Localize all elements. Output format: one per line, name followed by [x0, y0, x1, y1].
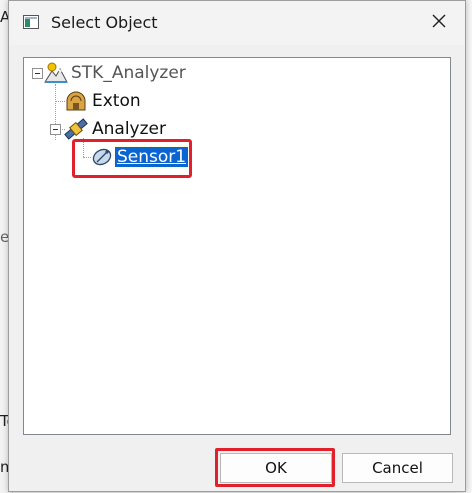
tree-item-label: Exton [92, 91, 141, 111]
highlight-box-sensor1 [72, 139, 192, 178]
tree-item-label: Analyzer [92, 119, 166, 139]
window-icon [23, 14, 39, 30]
satellite-icon [64, 118, 88, 140]
scenario-icon [44, 62, 68, 84]
dialog-title: Select Object [51, 13, 158, 32]
object-tree[interactable]: STK_Analyzer Exton Analyzer Sensor1 [23, 57, 451, 435]
tree-item-label: STK_Analyzer [71, 63, 186, 83]
close-button[interactable] [421, 7, 457, 39]
title-bar[interactable]: Select Object [9, 1, 465, 45]
close-icon [431, 13, 447, 33]
tree-item-root[interactable]: STK_Analyzer [44, 61, 186, 85]
tree-item-exton[interactable]: Exton [64, 89, 141, 113]
select-object-dialog: Select Object STK_Analyzer Exton Analyze… [8, 0, 466, 492]
collapse-toggle[interactable] [32, 68, 43, 79]
tree-item-analyzer[interactable]: Analyzer [64, 117, 166, 141]
facility-icon [64, 90, 88, 112]
highlight-box-ok [215, 448, 335, 487]
cancel-button[interactable]: Cancel [342, 453, 453, 483]
collapse-toggle[interactable] [50, 124, 61, 135]
